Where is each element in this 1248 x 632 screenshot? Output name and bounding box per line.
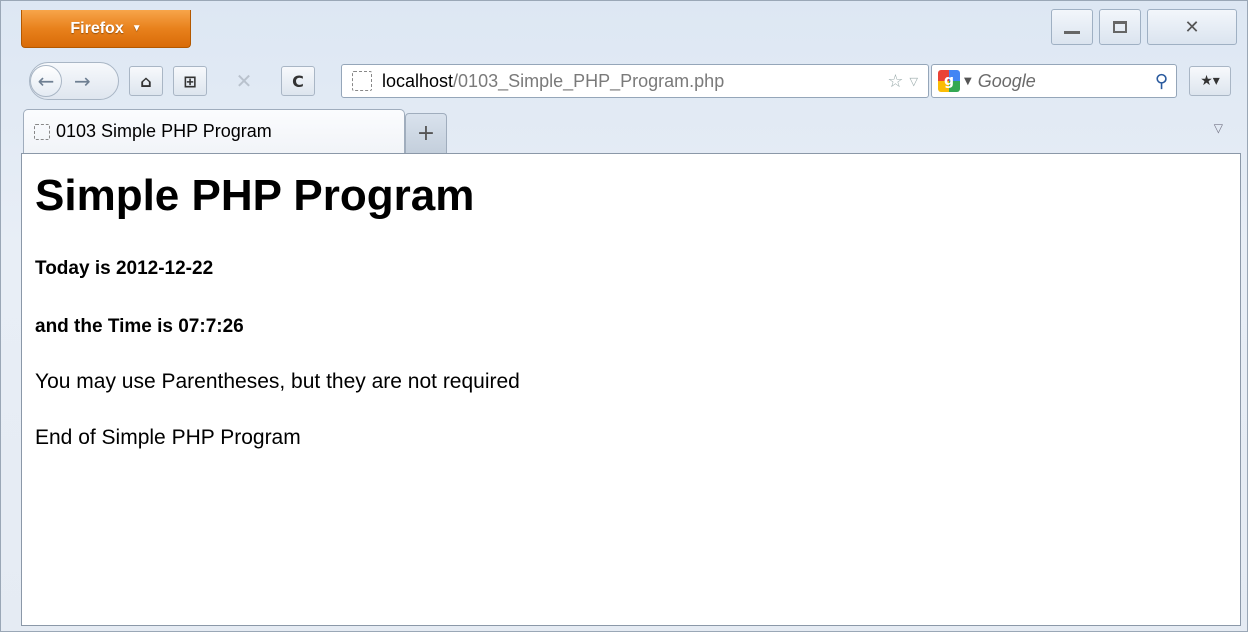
time-line: and the Time is 07:7:26: [35, 316, 244, 337]
new-window-button[interactable]: ⊞: [173, 66, 207, 96]
search-bar[interactable]: g ▼ Google ⚲: [931, 64, 1177, 98]
reload-icon: C: [292, 71, 304, 91]
end-note: End of Simple PHP Program: [35, 426, 301, 449]
firefox-button-label: Firefox: [70, 19, 124, 37]
magnifier-icon[interactable]: ⚲: [1155, 71, 1168, 92]
chevron-down-icon: ▽: [1213, 121, 1223, 135]
list-all-tabs-button[interactable]: ▽: [1214, 121, 1223, 135]
engine-dropdown-icon[interactable]: ▼: [964, 76, 972, 87]
maximize-icon: [1113, 21, 1127, 33]
url-path: /0103_Simple_PHP_Program.php: [453, 70, 725, 91]
new-tab-button[interactable]: +: [405, 113, 447, 153]
url-host: localhost: [382, 70, 454, 91]
bookmarks-button[interactable]: ★▾: [1189, 66, 1231, 96]
reload-button[interactable]: C: [281, 66, 315, 96]
back-arrow-icon: ←: [37, 69, 55, 93]
tab-favicon-icon: [34, 123, 50, 140]
navigation-toolbar: ← → ⌂ ⊞ ✕ C localhost/0103_Simple_PHP_Pr…: [21, 56, 1239, 106]
address-bar[interactable]: localhost/0103_Simple_PHP_Program.php ☆ …: [341, 64, 929, 98]
browser-window: Firefox ▼ ✕ ← → ⌂ ⊞ ✕ C localhost /0103_…: [0, 0, 1248, 632]
forward-button[interactable]: →: [74, 69, 91, 93]
close-window-button[interactable]: ✕: [1147, 9, 1237, 45]
url-end-icons: ☆ ▽: [887, 71, 918, 92]
forward-arrow-icon: →: [74, 69, 91, 93]
firefox-menu-button[interactable]: Firefox ▼: [21, 10, 191, 48]
stop-button[interactable]: ✕: [227, 66, 261, 96]
page-content: Simple PHP Program Today is 2012-12-22 a…: [21, 153, 1241, 626]
window-controls: ✕: [1051, 9, 1237, 45]
star-icon[interactable]: ☆: [887, 71, 903, 92]
date-line: Today is 2012-12-22: [35, 258, 214, 279]
tab-title: 0103 Simple PHP Program: [56, 121, 272, 141]
minimize-icon: [1064, 30, 1080, 34]
bookmarks-icon: ★▾: [1200, 73, 1220, 89]
history-dropdown-icon[interactable]: ▽: [910, 75, 918, 88]
minimize-button[interactable]: [1051, 9, 1093, 45]
plus-icon: +: [416, 121, 436, 146]
back-forward-group: ← →: [29, 62, 119, 100]
home-button[interactable]: ⌂: [129, 66, 163, 96]
tab-strip: 0103 Simple PHP Program + ▽: [21, 109, 1239, 153]
search-placeholder: Google: [977, 70, 1036, 91]
dropdown-caret-icon: ▼: [131, 23, 142, 34]
site-identity-icon[interactable]: [352, 71, 372, 91]
tab-active[interactable]: 0103 Simple PHP Program: [23, 109, 405, 153]
page-heading: Simple PHP Program: [35, 171, 475, 220]
maximize-button[interactable]: [1099, 9, 1141, 45]
parentheses-note: You may use Parentheses, but they are no…: [35, 370, 520, 393]
close-icon: ✕: [1184, 16, 1200, 38]
google-engine-icon[interactable]: g: [938, 70, 960, 92]
stop-icon: ✕: [235, 69, 253, 93]
home-icon: ⌂: [140, 71, 152, 91]
plus-box-icon: ⊞: [183, 71, 197, 91]
back-button[interactable]: ←: [30, 65, 62, 97]
